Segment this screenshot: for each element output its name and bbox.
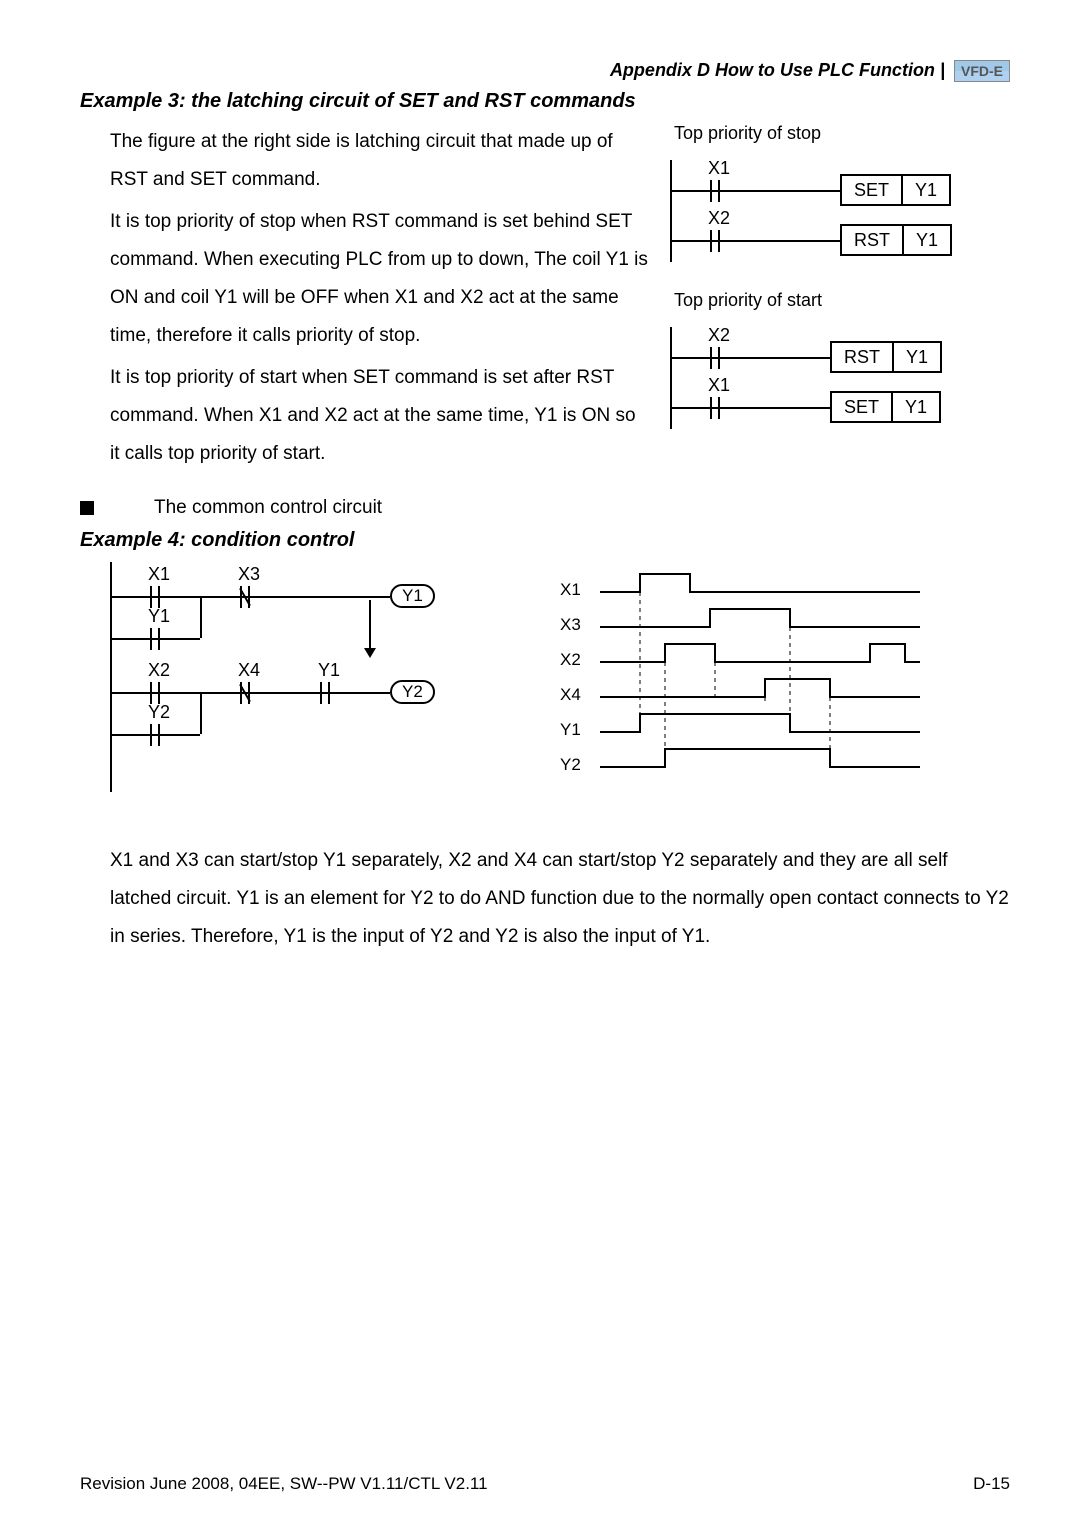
coil-output: Y1	[390, 584, 435, 608]
appendix-title: Appendix D How to Use PLC Function	[610, 60, 935, 80]
contact-label: X1	[148, 564, 170, 585]
example4-content: X1 X3 Y1 Y1 X2 X4 Y1 Y2 Y2	[80, 562, 1010, 802]
inst-rst: RST	[832, 343, 894, 371]
contact-label: Y1	[318, 660, 340, 681]
logo-badge: VFD-E	[954, 60, 1010, 82]
contact-label: Y1	[148, 606, 170, 627]
example4-title: Example 4: condition control	[80, 529, 1010, 552]
contact-label: X4	[238, 660, 260, 681]
timing-label: X4	[560, 685, 581, 705]
inst-set: SET	[832, 393, 893, 421]
contact-label: X2	[708, 208, 730, 229]
ladder-diagram-start: X2 RST Y1 X1 SET Y1	[670, 319, 1010, 429]
example4-para: X1 and X3 can start/stop Y1 separately, …	[80, 842, 1010, 956]
contact-label: X1	[708, 375, 730, 396]
footer-left: Revision June 2008, 04EE, SW--PW V1.11/C…	[80, 1474, 488, 1494]
page-footer: Revision June 2008, 04EE, SW--PW V1.11/C…	[80, 1474, 1010, 1494]
inst-op: Y1	[903, 176, 949, 204]
example3-para2: It is top priority of stop when RST comm…	[110, 203, 650, 355]
example3-para3: It is top priority of start when SET com…	[110, 359, 650, 473]
example3-para1: The figure at the right side is latching…	[110, 123, 650, 199]
example3-title: Example 3: the latching circuit of SET a…	[80, 90, 1010, 113]
inst-op: Y1	[894, 343, 940, 371]
arrow-down-icon	[360, 600, 380, 660]
coil-output: Y2	[390, 680, 435, 704]
timing-label: Y1	[560, 720, 581, 740]
inst-op: Y1	[904, 226, 950, 254]
timing-label: X1	[560, 580, 581, 600]
timing-label: X3	[560, 615, 581, 635]
example3-content: The figure at the right side is latching…	[80, 123, 1010, 477]
contact-label: X3	[238, 564, 260, 585]
bullet-common-control: The common control circuit	[80, 497, 1010, 519]
inst-op: Y1	[893, 393, 939, 421]
diag1-title: Top priority of stop	[674, 123, 1010, 144]
bullet-text: The common control circuit	[154, 497, 382, 519]
inst-rst: RST	[842, 226, 904, 254]
timing-diagram: X1 X3 X2 X4 Y1 Y2	[560, 562, 940, 802]
contact-label: X1	[708, 158, 730, 179]
square-bullet-icon	[80, 501, 94, 515]
example3-diagrams: Top priority of stop X1 SET Y1 X2 RST Y1…	[670, 123, 1010, 477]
example3-text: The figure at the right side is latching…	[80, 123, 650, 477]
ladder-diagram-stop: X1 SET Y1 X2 RST Y1	[670, 152, 1010, 262]
contact-label: X2	[708, 325, 730, 346]
page-header: Appendix D How to Use PLC Function | VFD…	[80, 60, 1010, 82]
ladder-diagram-condition: X1 X3 Y1 Y1 X2 X4 Y1 Y2 Y2	[110, 562, 500, 792]
contact-label: Y2	[148, 702, 170, 723]
timing-label: Y2	[560, 755, 581, 775]
contact-label: X2	[148, 660, 170, 681]
separator: |	[940, 60, 950, 80]
footer-right: D-15	[973, 1474, 1010, 1494]
inst-set: SET	[842, 176, 903, 204]
diag2-title: Top priority of start	[674, 290, 1010, 311]
timing-svg	[560, 562, 940, 802]
timing-label: X2	[560, 650, 581, 670]
